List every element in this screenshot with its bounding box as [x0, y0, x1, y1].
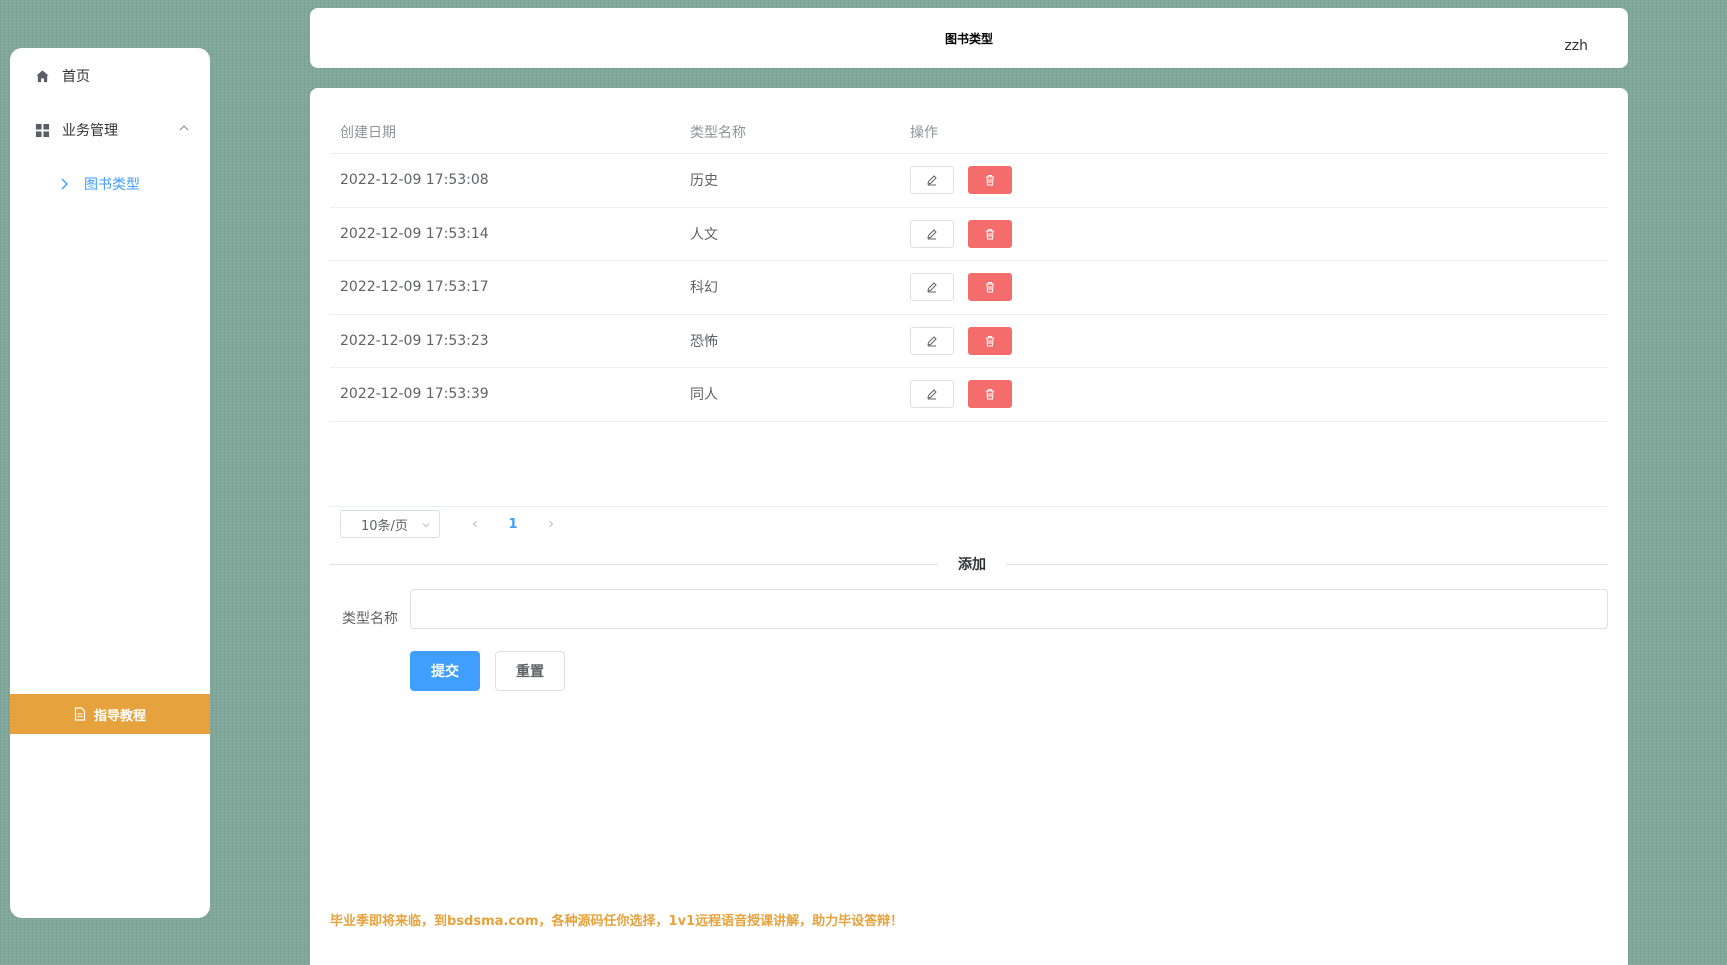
- table-header-row: 创建日期 类型名称 操作: [330, 110, 1608, 154]
- cell-actions: [910, 315, 1012, 368]
- cell-type-name: 科幻: [690, 280, 718, 297]
- column-header-actions: 操作: [910, 124, 938, 141]
- table-row: 2022-12-09 17:53:08 历史: [330, 154, 1608, 208]
- cell-actions: [910, 154, 1012, 207]
- delete-button[interactable]: [968, 166, 1012, 195]
- chevron-left-icon: [472, 520, 477, 528]
- promo-text: 毕业季即将来临，到bsdsma.com，各种源码任你选择，1v1远程语音授课讲解…: [330, 914, 904, 929]
- sidebar-item-label: 首页: [62, 69, 90, 85]
- grid-icon: [34, 122, 50, 138]
- document-icon: [74, 707, 86, 721]
- page-size-select[interactable]: 10条/页: [340, 510, 440, 538]
- edit-icon: [927, 389, 937, 400]
- submit-button[interactable]: 提交: [410, 651, 480, 691]
- cell-actions: [910, 208, 1012, 261]
- main-panel: 创建日期 类型名称 操作 2022-12-09 17:53:08 历史 2022…: [310, 88, 1628, 965]
- column-header-name: 类型名称: [690, 124, 746, 141]
- page-number[interactable]: 1: [498, 510, 528, 538]
- sidebar-item-business[interactable]: 业务管理: [10, 108, 210, 152]
- chevron-up-icon[interactable]: [178, 122, 190, 138]
- data-table: 创建日期 类型名称 操作 2022-12-09 17:53:08 历史 2022…: [330, 110, 1608, 422]
- cell-actions: [910, 261, 1012, 314]
- trash-icon: [986, 389, 994, 400]
- page-title: 图书类型: [944, 32, 993, 46]
- edit-icon: [927, 175, 937, 186]
- table-row: 2022-12-09 17:53:39 同人: [330, 368, 1608, 422]
- chevron-down-icon: [421, 519, 431, 534]
- table-bottom-divider: [330, 506, 1608, 507]
- edit-icon: [927, 229, 937, 240]
- sidebar-item-book-type[interactable]: 图书类型: [10, 162, 210, 206]
- sidebar-item-label: 图书类型: [84, 177, 140, 193]
- guide-label: 指导教程: [93, 708, 146, 724]
- type-name-input[interactable]: [410, 589, 1608, 629]
- table-row: 2022-12-09 17:53:17 科幻: [330, 261, 1608, 315]
- cell-date: 2022-12-09 17:53:08: [340, 172, 489, 189]
- sidebar-item-label: 业务管理: [62, 123, 118, 139]
- chevron-right-icon: [549, 520, 554, 528]
- delete-button[interactable]: [968, 326, 1012, 355]
- edit-button[interactable]: [910, 166, 954, 195]
- edit-button[interactable]: [910, 219, 954, 248]
- cell-type-name: 历史: [690, 173, 718, 190]
- chevron-right-icon: [56, 176, 72, 192]
- section-title: 添加: [938, 554, 1006, 574]
- edit-icon: [927, 282, 937, 293]
- top-header: 图书类型 zzh: [310, 8, 1628, 68]
- sidebar-item-home[interactable]: 首页: [10, 54, 210, 98]
- prev-page-button[interactable]: [460, 510, 490, 538]
- delete-button[interactable]: [968, 219, 1012, 248]
- reset-button[interactable]: 重置: [495, 651, 565, 691]
- trash-icon: [986, 282, 994, 293]
- guide-button[interactable]: 指导教程: [10, 694, 210, 734]
- type-name-label: 类型名称: [342, 611, 398, 627]
- cell-date: 2022-12-09 17:53:23: [340, 332, 489, 349]
- delete-button[interactable]: [968, 273, 1012, 302]
- delete-button[interactable]: [968, 380, 1012, 409]
- trash-icon: [986, 175, 994, 186]
- edit-icon: [927, 336, 937, 347]
- trash-icon: [986, 228, 994, 240]
- user-name[interactable]: zzh: [1564, 38, 1588, 54]
- home-icon: [34, 68, 50, 84]
- cell-actions: [910, 368, 1012, 421]
- table-row: 2022-12-09 17:53:23 恐怖: [330, 315, 1608, 368]
- cell-date: 2022-12-09 17:53:17: [340, 279, 489, 296]
- trash-icon: [986, 335, 994, 347]
- page-size-value: 10条/页: [361, 518, 408, 534]
- sidebar: 首页 业务管理 图书类型 指导教程: [10, 48, 210, 918]
- edit-button[interactable]: [910, 380, 954, 409]
- cell-type-name: 同人: [690, 387, 718, 404]
- cell-type-name: 人文: [690, 226, 718, 243]
- cell-date: 2022-12-09 17:53:39: [340, 386, 489, 403]
- pagination: 10条/页 1: [340, 510, 566, 538]
- cell-type-name: 恐怖: [690, 333, 718, 350]
- column-header-date: 创建日期: [340, 124, 396, 141]
- next-page-button[interactable]: [536, 510, 566, 538]
- cell-date: 2022-12-09 17:53:14: [340, 225, 489, 242]
- edit-button[interactable]: [910, 326, 954, 355]
- table-row: 2022-12-09 17:53:14 人文: [330, 208, 1608, 261]
- edit-button[interactable]: [910, 273, 954, 302]
